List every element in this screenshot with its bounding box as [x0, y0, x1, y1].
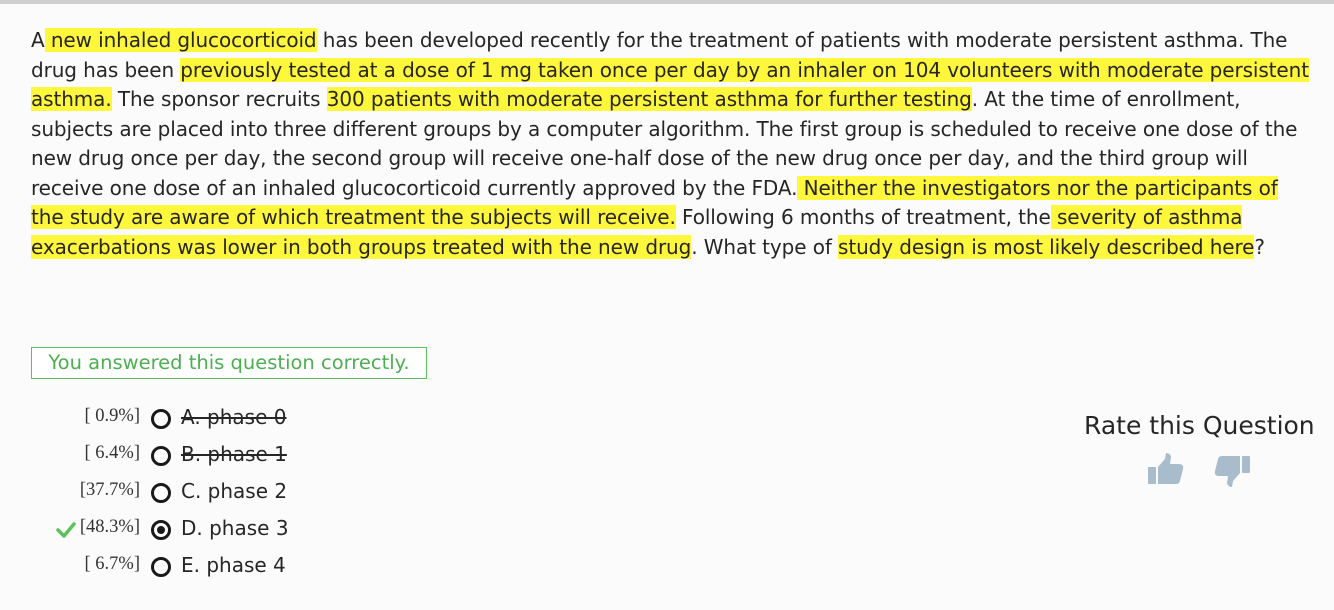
rate-question-title: Rate this Question	[1084, 411, 1315, 440]
top-border	[0, 0, 1334, 4]
stem-segment: The sponsor recruits	[111, 87, 327, 111]
answer-choice-b[interactable]: [ 6.4%] B. phase 1	[0, 437, 600, 474]
radio-button[interactable]	[151, 409, 171, 429]
stem-segment: ?	[1254, 234, 1265, 259]
radio-button[interactable]	[151, 557, 171, 577]
thumbs-up-icon[interactable]	[1146, 450, 1186, 490]
result-message: You answered this question correctly.	[31, 347, 427, 379]
question-stem: A new inhaled glucocorticoid has been de…	[31, 26, 1311, 262]
answer-choice-c[interactable]: [37.7%] C. phase 2	[0, 474, 600, 511]
checkmark-icon	[56, 522, 76, 538]
answer-label[interactable]: D. phase 3	[181, 516, 289, 540]
answer-percent: [48.3%]	[79, 517, 140, 537]
answer-label[interactable]: A. phase 0	[181, 405, 286, 429]
answer-percent: [ 6.7%]	[84, 554, 140, 574]
answer-percent: [37.7%]	[79, 480, 140, 500]
answer-label[interactable]: B. phase 1	[181, 442, 287, 466]
stem-highlight: study design is most likely described he…	[838, 234, 1255, 259]
stem-highlight: new inhaled glucocorticoid	[44, 28, 317, 52]
stem-segment: Following 6 months of treatment, the	[675, 205, 1051, 229]
answer-percent: [ 6.4%]	[84, 443, 140, 463]
answer-label[interactable]: E. phase 4	[181, 553, 286, 577]
answer-label[interactable]: C. phase 2	[181, 479, 287, 503]
radio-button[interactable]	[151, 483, 171, 503]
answer-choice-e[interactable]: [ 6.7%] E. phase 4	[0, 548, 600, 585]
stem-segment: A	[31, 28, 45, 52]
answer-percent: [ 0.9%]	[84, 406, 140, 426]
stem-segment: . What type of	[691, 234, 839, 259]
radio-dot	[157, 526, 165, 534]
answer-choice-d[interactable]: [48.3%] D. phase 3	[0, 511, 600, 548]
stem-highlight: 300 patients with moderate persistent as…	[326, 87, 972, 111]
radio-button[interactable]	[151, 446, 171, 466]
thumbs-down-icon[interactable]	[1212, 450, 1252, 490]
answer-choice-a[interactable]: [ 0.9%] A. phase 0	[0, 400, 600, 437]
radio-button-selected[interactable]	[151, 520, 171, 540]
